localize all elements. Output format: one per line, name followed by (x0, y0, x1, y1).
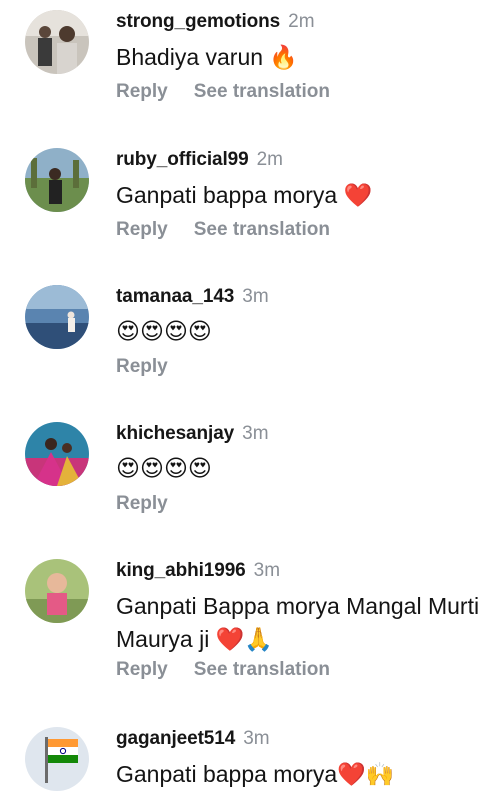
timestamp: 3m (253, 560, 281, 581)
comment-item: king_abhi1996 3m Ganpati Bappa morya Mang… (0, 549, 502, 709)
comment-item: strong_gemotions 2m Bhadiya varun 🔥 Reply… (0, 0, 502, 130)
comments-list: strong_gemotions 2m Bhadiya varun 🔥 Reply… (0, 0, 502, 800)
timestamp: 3m (243, 728, 270, 749)
see-translation-button[interactable]: See translation (194, 219, 330, 240)
username[interactable]: strong_gemotions (116, 11, 280, 32)
comment-actions: Reply See translation (116, 81, 330, 103)
comment-actions: Reply (116, 356, 168, 378)
username[interactable]: tamanaa_143 (116, 286, 234, 307)
timestamp: 2m (288, 11, 315, 32)
avatar[interactable] (25, 285, 89, 349)
comment-text: Bhadiya varun 🔥 (116, 44, 299, 70)
avatar[interactable] (25, 422, 89, 486)
see-translation-button[interactable]: See translation (194, 659, 330, 680)
comment-meta: tamanaa_143 3m (116, 286, 269, 308)
comment-actions: Reply See translation (116, 659, 330, 681)
timestamp: 3m (242, 423, 269, 444)
reply-button[interactable]: Reply (116, 493, 168, 514)
comment-item: tamanaa_143 3m 😍😍😍😍 Reply (0, 275, 502, 405)
username[interactable]: ruby_official99 (116, 149, 249, 170)
comment-text: Ganpati bappa morya ❤️ (116, 182, 373, 208)
comment-actions: Reply See translation (116, 219, 330, 241)
reply-button[interactable]: Reply (116, 81, 168, 102)
comment-meta: ruby_official99 2m (116, 149, 283, 171)
comment-meta: king_abhi1996 3m (116, 560, 280, 582)
comment-meta: strong_gemotions 2m (116, 11, 315, 33)
avatar[interactable] (25, 148, 89, 212)
see-translation-button[interactable]: See translation (194, 81, 330, 102)
comment-text: 😍😍😍😍 (116, 319, 212, 345)
reply-button[interactable]: Reply (116, 219, 168, 240)
comment-actions: Reply (116, 493, 168, 515)
timestamp: 3m (242, 286, 269, 307)
comment-meta: gaganjeet514 3m (116, 728, 270, 750)
username[interactable]: king_abhi1996 (116, 560, 246, 581)
username[interactable]: khichesanjay (116, 423, 234, 444)
username[interactable]: gaganjeet514 (116, 728, 235, 749)
reply-button[interactable]: Reply (116, 659, 168, 680)
comment-item: gaganjeet514 3m Ganpati bappa morya❤️🙌 (0, 717, 502, 800)
comment-item: khichesanjay 3m 😍😍😍😍 Reply (0, 412, 502, 542)
reply-button[interactable]: Reply (116, 356, 168, 377)
comment-item: ruby_official99 2m Ganpati bappa morya ❤️… (0, 138, 502, 268)
comment-text: Ganpati bappa morya❤️🙌 (116, 761, 395, 787)
comment-text: 😍😍😍😍 (116, 456, 212, 482)
avatar[interactable] (25, 727, 89, 791)
timestamp: 2m (256, 149, 284, 170)
avatar[interactable] (25, 10, 89, 74)
avatar[interactable] (25, 559, 89, 623)
comment-text: Ganpati Bappa morya Mangal Murti Maurya … (116, 593, 480, 652)
comment-meta: khichesanjay 3m (116, 423, 269, 445)
